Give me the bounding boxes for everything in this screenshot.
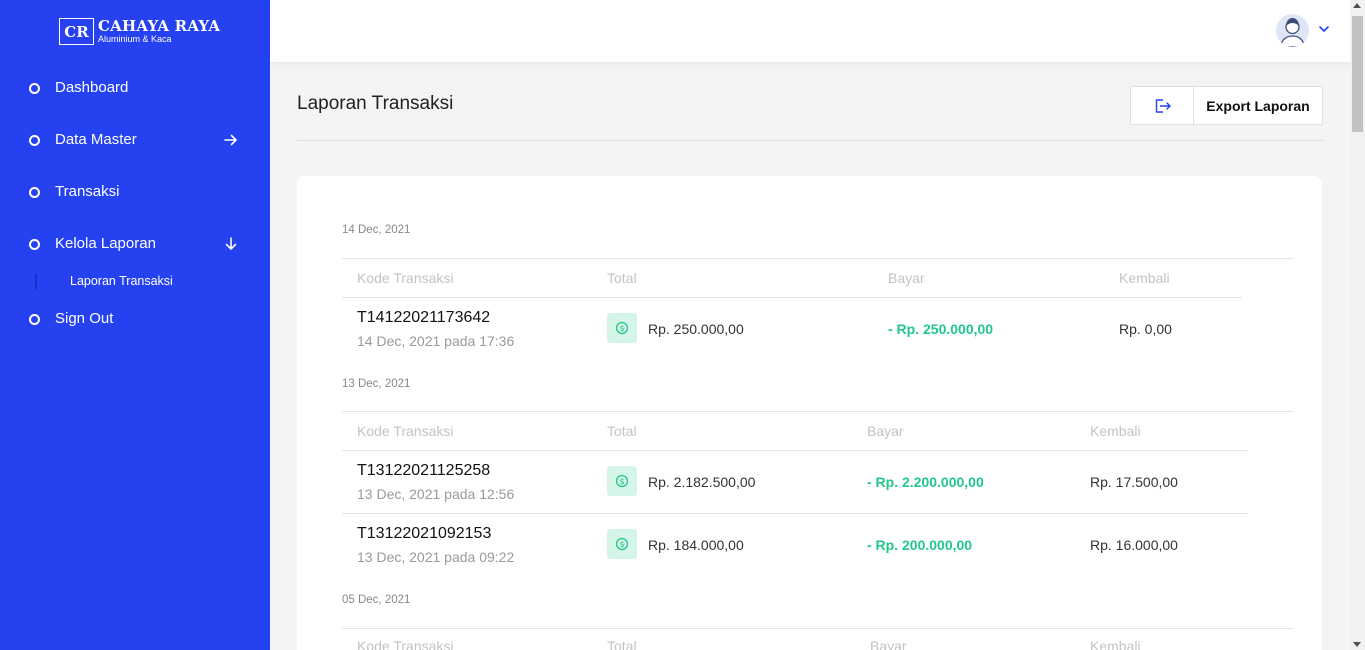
- sidebar-item-transaksi[interactable]: Transaksi: [0, 180, 270, 204]
- bullet-icon: [29, 135, 40, 146]
- divider: [297, 140, 1323, 141]
- sidebar-item-label: Dashboard: [55, 79, 129, 96]
- scroll-up-arrow-icon[interactable]: [1353, 3, 1361, 8]
- divider: [342, 513, 1248, 514]
- divider: [342, 258, 1293, 259]
- sidebar-item-label: Sign Out: [55, 310, 114, 327]
- sidebar-item-sign-out[interactable]: Sign Out: [0, 307, 270, 331]
- transaction-code: T13122021092153: [357, 525, 492, 542]
- brand-name: CAHAYA RAYA: [98, 16, 221, 35]
- transaction-datetime: 13 Dec, 2021 pada 12:56: [357, 486, 515, 502]
- column-header-code: Kode Transaksi: [357, 423, 454, 439]
- export-report-button[interactable]: Export Laporan: [1193, 86, 1323, 125]
- money-icon: $: [607, 529, 637, 559]
- group-date: 05 Dec, 2021: [342, 594, 411, 606]
- transaction-change: Rp. 16.000,00: [1090, 537, 1178, 553]
- column-header-paid: Bayar: [888, 270, 925, 286]
- money-icon: $: [607, 466, 637, 496]
- column-header-change: Kembali: [1090, 423, 1141, 439]
- transaction-datetime: 13 Dec, 2021 pada 09:22: [357, 549, 515, 565]
- export-icon-button[interactable]: [1130, 86, 1194, 125]
- scroll-down-arrow-icon[interactable]: [1353, 642, 1361, 647]
- bullet-icon: [29, 187, 40, 198]
- sidebar-subitem-laporan-transaksi[interactable]: Laporan Transaksi: [70, 274, 173, 288]
- divider: [342, 297, 1242, 298]
- column-header-total: Total: [607, 638, 637, 650]
- transaction-code: T13122021125258: [357, 462, 491, 479]
- column-header-total: Total: [607, 270, 637, 286]
- sidebar-item-data-master[interactable]: Data Master: [0, 128, 270, 152]
- transaction-paid: - Rp. 2.200.000,00: [867, 474, 984, 490]
- group-date: 13 Dec, 2021: [342, 378, 411, 390]
- transaction-paid: - Rp. 200.000,00: [867, 537, 973, 553]
- bullet-icon: [29, 314, 40, 325]
- report-card: [297, 176, 1322, 650]
- sidebar: CR CAHAYA RAYA Aluminium & Kaca Dashboar…: [0, 0, 270, 650]
- sidebar-item-kelola-laporan[interactable]: Kelola Laporan: [0, 232, 270, 256]
- svg-text:$: $: [619, 477, 624, 486]
- column-header-paid: Bayar: [870, 638, 907, 650]
- money-icon: $: [607, 313, 637, 343]
- column-header-paid: Bayar: [867, 423, 904, 439]
- column-header-change: Kembali: [1090, 638, 1141, 650]
- sidebar-item-label: Transaksi: [55, 183, 120, 200]
- bullet-icon: [29, 239, 40, 250]
- logo-initials: CR: [59, 18, 94, 45]
- bullet-icon: [29, 83, 40, 94]
- transaction-total: Rp. 2.182.500,00: [648, 474, 756, 490]
- user-icon: [1280, 18, 1305, 47]
- column-header-change: Kembali: [1119, 270, 1170, 286]
- transaction-total: Rp. 250.000,00: [648, 321, 744, 337]
- group-date: 14 Dec, 2021: [342, 224, 411, 236]
- arrow-down-icon: [225, 237, 237, 250]
- brand-logo[interactable]: CR CAHAYA RAYA Aluminium & Kaca: [59, 18, 220, 45]
- divider: [342, 411, 1293, 412]
- column-header-total: Total: [607, 423, 637, 439]
- column-header-code: Kode Transaksi: [357, 270, 454, 286]
- arrow-right-icon: [224, 134, 237, 146]
- transaction-change: Rp. 0,00: [1119, 321, 1172, 337]
- sidebar-item-label: Data Master: [55, 131, 137, 148]
- transaction-datetime: 14 Dec, 2021 pada 17:36: [357, 333, 515, 349]
- svg-text:$: $: [619, 324, 624, 333]
- topbar: [270, 0, 1350, 62]
- scrollbar-thumb[interactable]: [1352, 16, 1363, 132]
- transaction-change: Rp. 17.500,00: [1090, 474, 1178, 490]
- transaction-total: Rp. 184.000,00: [648, 537, 744, 553]
- user-avatar[interactable]: [1276, 14, 1309, 47]
- sidebar-item-label: Kelola Laporan: [55, 235, 156, 252]
- brand-subtitle: Aluminium & Kaca: [98, 33, 172, 44]
- transaction-code: T14122021173642: [357, 309, 491, 326]
- column-header-code: Kode Transaksi: [357, 638, 454, 650]
- page-title: Laporan Transaksi: [297, 93, 454, 114]
- sign-out-icon: [1155, 98, 1171, 113]
- svg-text:$: $: [619, 540, 624, 549]
- chevron-down-icon[interactable]: [1317, 22, 1331, 36]
- sidebar-item-dashboard[interactable]: Dashboard: [0, 76, 270, 100]
- divider: [342, 450, 1248, 451]
- transaction-paid: - Rp. 250.000,00: [888, 321, 994, 337]
- divider: [342, 628, 1293, 629]
- active-indicator: [35, 274, 37, 289]
